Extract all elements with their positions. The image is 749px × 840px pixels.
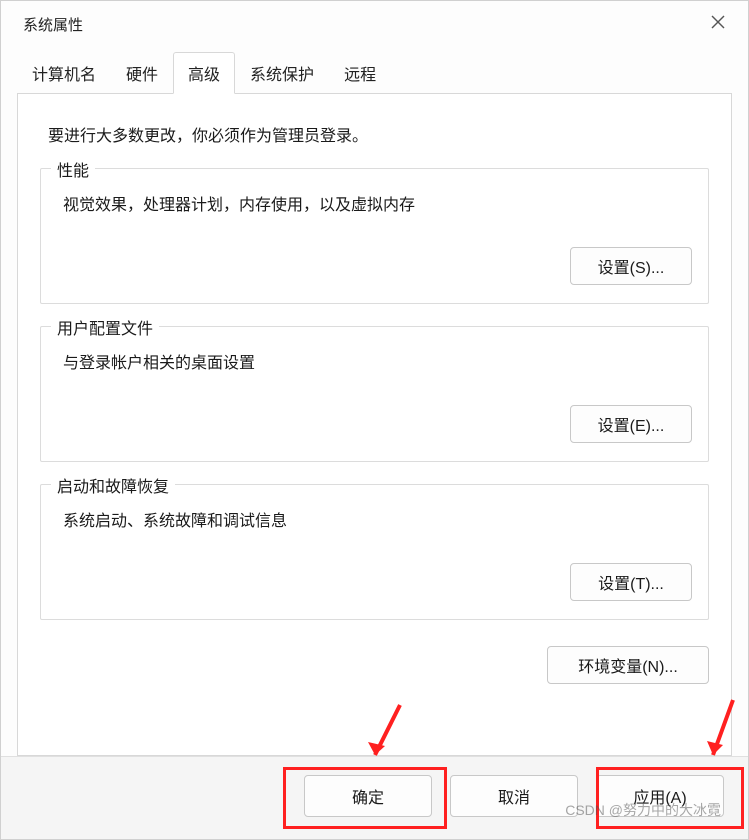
startup-recovery-group: 启动和故障恢复 系统启动、系统故障和调试信息 设置(T)... bbox=[40, 484, 709, 620]
startup-recovery-actions: 设置(T)... bbox=[57, 563, 692, 601]
close-icon bbox=[711, 15, 725, 34]
tab-advanced[interactable]: 高级 bbox=[173, 52, 235, 94]
tab-hardware[interactable]: 硬件 bbox=[111, 52, 173, 94]
performance-group: 性能 视觉效果，处理器计划，内存使用，以及虚拟内存 设置(S)... bbox=[40, 168, 709, 304]
user-profiles-actions: 设置(E)... bbox=[57, 405, 692, 443]
system-properties-dialog: 系统属性 计算机名 硬件 高级 系统保护 远程 要进行大多数更改，你必须作为管理… bbox=[0, 0, 749, 840]
performance-legend: 性能 bbox=[51, 157, 95, 181]
cancel-button[interactable]: 取消 bbox=[450, 775, 578, 817]
close-button[interactable] bbox=[702, 10, 734, 38]
tabs: 计算机名 硬件 高级 系统保护 远程 bbox=[1, 51, 748, 93]
env-vars-row: 环境变量(N)... bbox=[40, 646, 709, 684]
user-profiles-group: 用户配置文件 与登录帐户相关的桌面设置 设置(E)... bbox=[40, 326, 709, 462]
performance-settings-button[interactable]: 设置(S)... bbox=[570, 247, 692, 285]
ok-button[interactable]: 确定 bbox=[304, 775, 432, 817]
tab-computer-name[interactable]: 计算机名 bbox=[17, 52, 111, 94]
tab-system-protection[interactable]: 系统保护 bbox=[235, 52, 329, 94]
user-profiles-desc: 与登录帐户相关的桌面设置 bbox=[63, 349, 692, 373]
startup-recovery-settings-button[interactable]: 设置(T)... bbox=[570, 563, 692, 601]
startup-recovery-desc: 系统启动、系统故障和调试信息 bbox=[63, 507, 692, 531]
environment-variables-button[interactable]: 环境变量(N)... bbox=[547, 646, 709, 684]
user-profiles-settings-button[interactable]: 设置(E)... bbox=[570, 405, 692, 443]
user-profiles-legend: 用户配置文件 bbox=[51, 315, 159, 339]
apply-button[interactable]: 应用(A) bbox=[596, 775, 724, 817]
tab-remote[interactable]: 远程 bbox=[329, 52, 391, 94]
startup-recovery-legend: 启动和故障恢复 bbox=[51, 473, 175, 497]
admin-notice: 要进行大多数更改，你必须作为管理员登录。 bbox=[48, 122, 709, 146]
titlebar: 系统属性 bbox=[1, 1, 748, 45]
advanced-tab-panel: 要进行大多数更改，你必须作为管理员登录。 性能 视觉效果，处理器计划，内存使用，… bbox=[17, 93, 732, 756]
dialog-title: 系统属性 bbox=[23, 14, 83, 35]
dialog-footer: 确定 取消 应用(A) bbox=[1, 756, 748, 839]
performance-actions: 设置(S)... bbox=[57, 247, 692, 285]
performance-desc: 视觉效果，处理器计划，内存使用，以及虚拟内存 bbox=[63, 191, 692, 215]
